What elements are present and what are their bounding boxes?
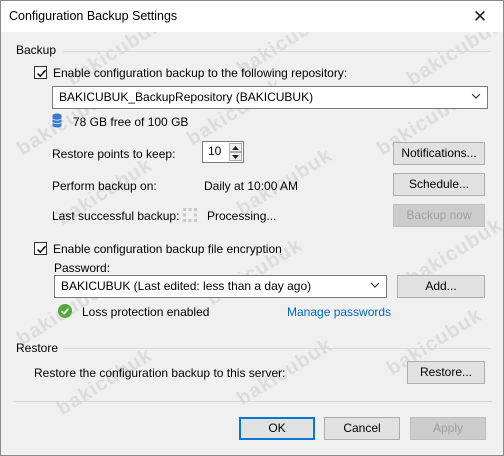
enable-encryption-label: Enable configuration backup file encrypt… [53,242,282,256]
close-icon: ✕ [472,6,488,26]
backup-now-button[interactable]: Backup now [393,204,485,227]
check-circle-icon [58,304,72,318]
restore-points-value: 10 [208,144,222,158]
arrow-up-icon [232,145,239,150]
schedule-button[interactable]: Schedule... [393,173,485,196]
enable-backup-label: Enable configuration backup to the follo… [53,66,348,80]
schedule-value: Daily at 10:00 AM [204,179,299,193]
perform-backup-label: Perform backup on: [52,179,157,193]
password-select[interactable]: BAKICUBUK (Last edited: less than a day … [54,275,387,298]
backup-section-divider [63,51,491,52]
enable-backup-checkbox[interactable] [34,66,47,79]
last-backup-status: Processing... [207,209,277,223]
chevron-down-icon [471,93,481,99]
password-label: Password: [54,261,111,275]
stepper-up-button[interactable] [229,143,242,152]
restore-description: Restore the configuration backup to this… [34,366,286,380]
loss-protection-text: Loss protection enabled [82,305,210,319]
manage-passwords-link[interactable]: Manage passwords [287,305,391,319]
restore-button[interactable]: Restore... [407,361,485,384]
checkmark-icon [36,245,47,254]
arrow-down-icon [232,154,239,159]
cancel-button[interactable]: Cancel [324,417,400,440]
footer-divider [14,401,492,402]
watermark: bakicubuk [53,344,157,420]
backup-section-label: Backup [16,43,57,57]
restore-points-label: Restore points to keep: [52,147,176,161]
notifications-button[interactable]: Notifications... [393,142,485,165]
add-password-button[interactable]: Add... [397,275,485,298]
password-value: BAKICUBUK (Last edited: less than a day … [61,279,312,293]
restore-points-stepper[interactable]: 10 [202,141,244,163]
window-title: Configuration Backup Settings [9,9,178,23]
restore-section-label: Restore [16,341,59,355]
last-backup-label: Last successful backup: [52,209,180,223]
processing-icon [183,208,197,222]
ok-button[interactable]: OK [239,417,315,440]
chevron-down-icon [370,282,380,288]
enable-encryption-checkbox[interactable] [34,242,47,255]
free-space-text: 78 GB free of 100 GB [73,115,189,129]
database-icon [52,113,62,128]
apply-button[interactable]: Apply [410,417,486,440]
title-bar: Configuration Backup Settings ✕ [1,1,503,32]
repository-value: BAKICUBUK_BackupRepository (BAKICUBUK) [59,90,314,104]
checkmark-icon [36,69,47,78]
config-backup-dialog: bakicubuk bakicubuk bakicubuk bakicubuk … [0,0,504,456]
repository-select[interactable]: BAKICUBUK_BackupRepository (BAKICUBUK) [52,86,488,109]
close-button[interactable]: ✕ [457,1,503,32]
stepper-down-button[interactable] [229,152,242,161]
restore-section-divider [63,348,491,349]
